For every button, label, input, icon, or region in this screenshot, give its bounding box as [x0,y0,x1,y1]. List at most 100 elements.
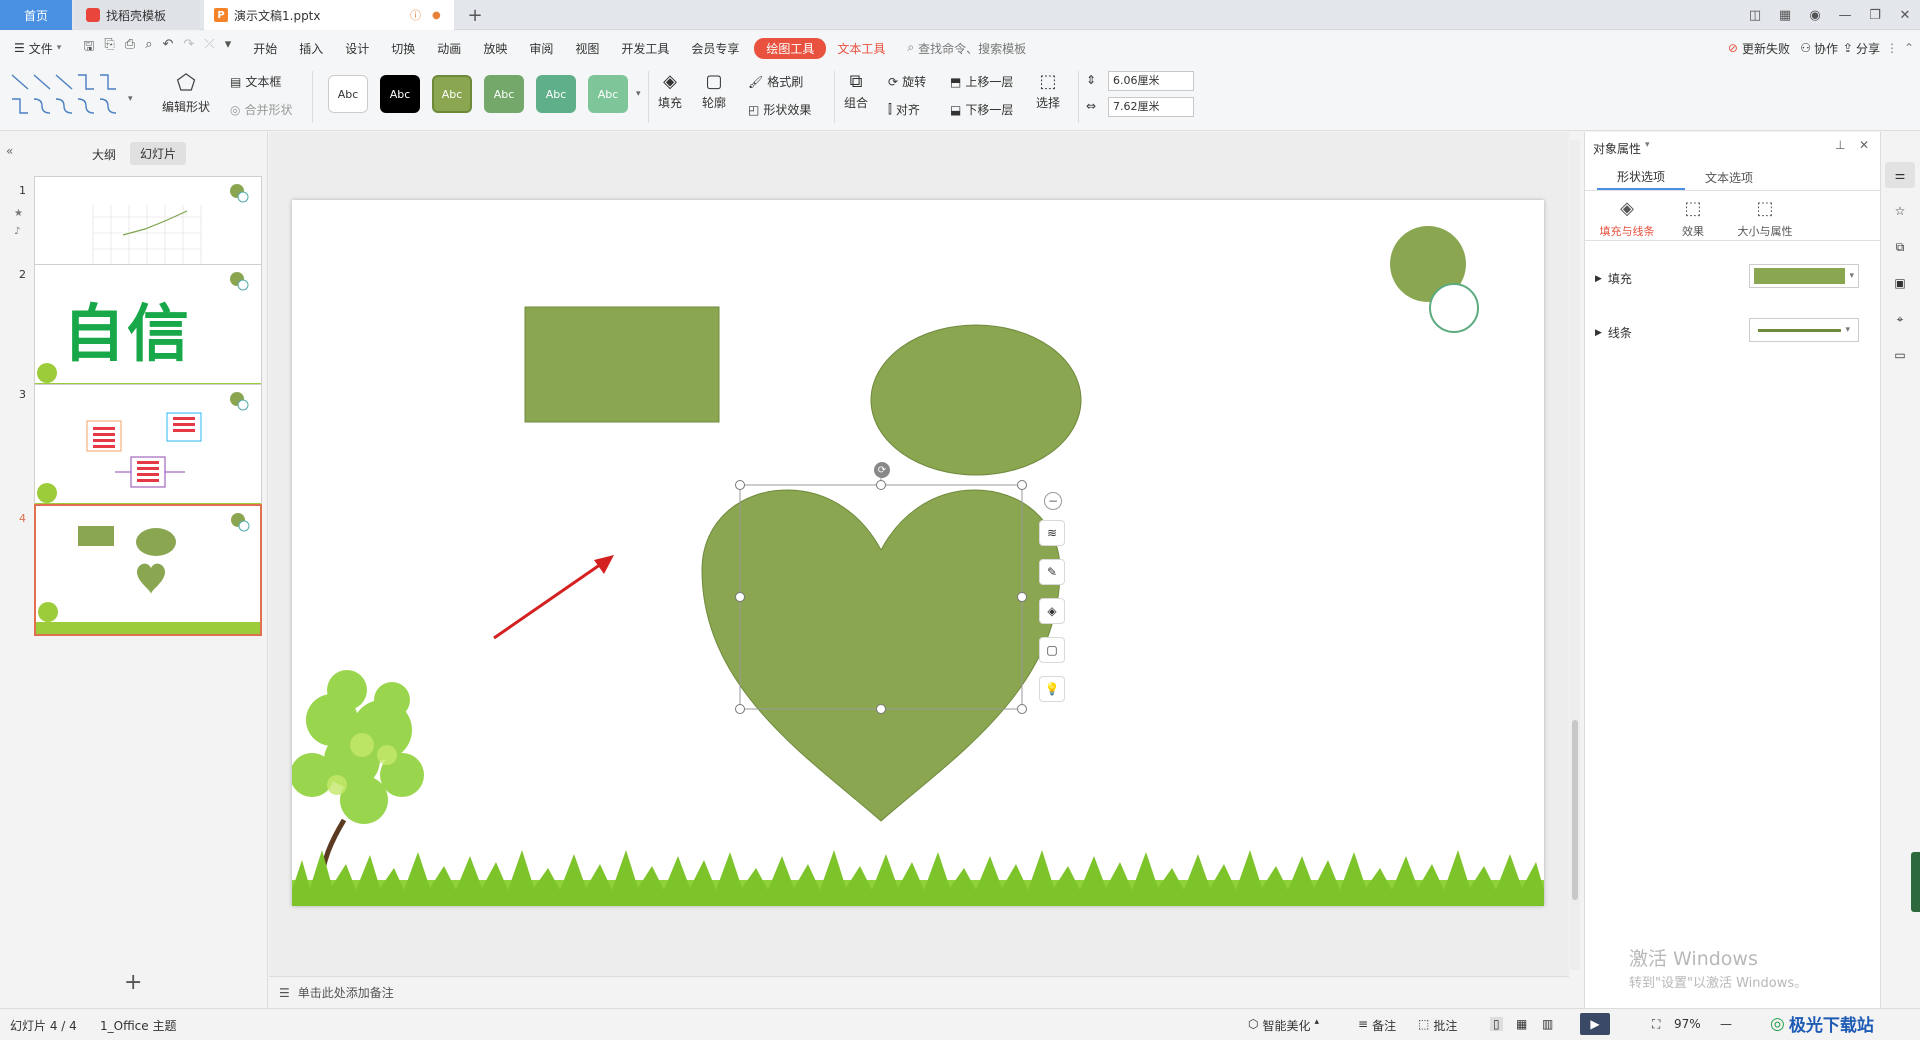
align-button[interactable]: ⫿ 对齐 [888,101,920,118]
resize-handle-w[interactable] [735,592,745,602]
command-search[interactable]: ⌕ 查找命令、搜索模板 [896,40,1037,57]
fill-section-toggle[interactable]: ▶ 填充 [1595,270,1632,287]
tab-slides[interactable]: 幻灯片 [130,142,187,165]
layers-icon[interactable]: ≋ [1039,520,1065,546]
properties-icon[interactable]: ⚌ [1885,162,1915,188]
fit-window-icon[interactable]: ⛶ [1652,1017,1660,1032]
resize-handle-n[interactable] [876,480,886,490]
more-chevron-icon[interactable]: ▾ [225,37,232,59]
menu-developer[interactable]: 开发工具 [610,40,680,57]
save-icon[interactable]: 🖫 [83,37,94,59]
collapse-ribbon-icon[interactable]: ⌃ [1904,41,1914,55]
panel-title[interactable]: 对象属性 ▾ [1593,140,1650,157]
resize-handle-sw[interactable] [735,704,745,714]
menu-insert[interactable]: 插入 [288,40,334,57]
format-painter-button[interactable]: 🖌 格式刷 [748,73,803,90]
print-icon[interactable]: ⎙ [125,37,135,59]
add-slide-button[interactable]: + [124,970,142,995]
layout-icon[interactable]: ◫ [1740,8,1770,23]
new-tab-button[interactable]: + [462,0,488,30]
zoom-level[interactable]: 97% [1674,1017,1701,1031]
fill-tool-icon[interactable]: ◈ [1039,598,1065,624]
update-status[interactable]: ⊘ 更新失败 [1728,40,1790,57]
undo-icon[interactable]: ↶ [162,37,173,59]
tab-outline[interactable]: 大纲 [92,146,116,163]
select-button[interactable]: ⬚ 选择 [1036,71,1060,111]
play-slideshow-button[interactable]: ▶ [1580,1013,1610,1035]
subtab-size[interactable]: ⬚ 大小与属性 [1725,198,1805,239]
side-widget-tab[interactable] [1911,852,1920,912]
close-icon[interactable]: ✕ [1890,8,1920,23]
scrollbar-thumb[interactable] [1572,720,1578,900]
line-shapes-gallery[interactable]: ▾ [8,71,140,121]
preview-icon[interactable]: ⌕ [145,37,152,59]
style-more-icon[interactable]: ▾ [636,89,641,99]
animation-icon[interactable]: ☆ [1885,198,1915,224]
menu-animation[interactable]: 动画 [426,40,472,57]
bring-forward-button[interactable]: ⬒ 上移一层 [950,73,1013,90]
avatar-icon[interactable]: ◉ [1800,8,1830,23]
slide-canvas[interactable]: ⟳ − ≋ ✎ ◈ ▢ 💡 [292,200,1544,906]
menu-slideshow[interactable]: 放映 [472,40,518,57]
notes-toggle-button[interactable]: ≡ 备注 [1358,1017,1396,1034]
comments-button[interactable]: ⬚ 批注 [1418,1017,1457,1034]
resize-handle-ne[interactable] [1017,480,1027,490]
theme-name[interactable]: 1_Office 主题 [100,1017,176,1034]
tab-text-options[interactable]: 文本选项 [1685,164,1773,190]
location-icon[interactable]: ⌖ [1885,306,1915,332]
smart-beautify-button[interactable]: ⬡ 智能美化 ▴ [1248,1017,1319,1034]
shape-style-5[interactable]: Abc [536,75,576,113]
collaborate-button[interactable]: ⚇ 协作 [1800,40,1838,57]
collapse-float-toolbar-icon[interactable]: − [1044,492,1062,510]
fill-button[interactable]: ◈ 填充 [658,71,682,111]
shape-style-6[interactable]: Abc [588,75,628,113]
reading-view-icon[interactable]: ▥ [1542,1017,1553,1031]
transition-icon[interactable]: ⧉ [1885,234,1915,260]
text-box-button[interactable]: ▤ 文本框 [230,73,281,90]
slide-thumbnail-4[interactable] [34,504,262,636]
tab-templates[interactable]: 找稻壳模板 [74,0,200,30]
combine-button[interactable]: ⧉ 组合 [844,71,868,111]
line-style-dropdown[interactable]: ▾ [1749,318,1859,342]
zoom-out-icon[interactable]: — [1720,1017,1732,1031]
shape-effect-button[interactable]: ◰ 形状效果 [748,101,811,118]
pen-icon[interactable]: ✎ [1039,559,1065,585]
outline-tool-icon[interactable]: ▢ [1039,637,1065,663]
shape-style-1[interactable]: Abc [328,75,368,113]
resize-handle-e[interactable] [1017,592,1027,602]
pin-icon[interactable]: ⊥ [1835,138,1845,152]
rotate-button[interactable]: ⟳ 旋转 [888,73,926,90]
tab-home[interactable]: 首页 [0,0,72,30]
outline-button[interactable]: ▢ 轮廓 [702,71,726,111]
export-icon[interactable]: ⎘ [104,37,114,59]
warning-icon[interactable]: ⓘ [410,7,421,23]
fill-color-dropdown[interactable]: ▾ [1749,264,1859,288]
lightbulb-icon[interactable]: 💡 [1039,676,1065,702]
normal-view-icon[interactable]: ▯ [1490,1017,1503,1031]
book-icon[interactable]: ▭ [1885,342,1915,368]
edit-shape-button[interactable]: ⬠ 编辑形状 [162,71,210,115]
tab-text-tools[interactable]: 文本工具 [826,40,896,57]
shape-style-3[interactable]: Abc [432,75,472,113]
tab-drawing-tools[interactable]: 绘图工具 [754,37,827,59]
rotate-handle-icon[interactable]: ⟳ [874,462,890,478]
collapse-panel-icon[interactable]: « [6,144,13,158]
menu-member[interactable]: 会员专享 [680,40,750,57]
menu-start[interactable]: 开始 [242,40,288,57]
tab-shape-options[interactable]: 形状选项 [1597,164,1685,190]
menu-design[interactable]: 设计 [334,40,380,57]
tab-document[interactable]: P 演示文稿1.pptx ⓘ ● [204,0,454,30]
menu-review[interactable]: 审阅 [518,40,564,57]
resize-handle-nw[interactable] [735,480,745,490]
format-clear-icon[interactable]: ⤫ [204,37,214,59]
image-icon[interactable]: ▣ [1885,270,1915,296]
restore-icon[interactable]: ❐ [1860,8,1890,23]
line-section-toggle[interactable]: ▶ 线条 [1595,324,1632,341]
slide-thumbnail-3[interactable] [34,384,262,512]
vertical-scrollbar[interactable] [1570,140,1580,970]
minimize-icon[interactable]: — [1830,8,1860,23]
send-backward-button[interactable]: ⬓ 下移一层 [950,101,1013,118]
subtab-fill-line[interactable]: ◈ 填充与线条 [1595,198,1659,239]
file-menu[interactable]: ☰ 文件 ▾ [0,40,72,57]
menu-transition[interactable]: 切换 [380,40,426,57]
